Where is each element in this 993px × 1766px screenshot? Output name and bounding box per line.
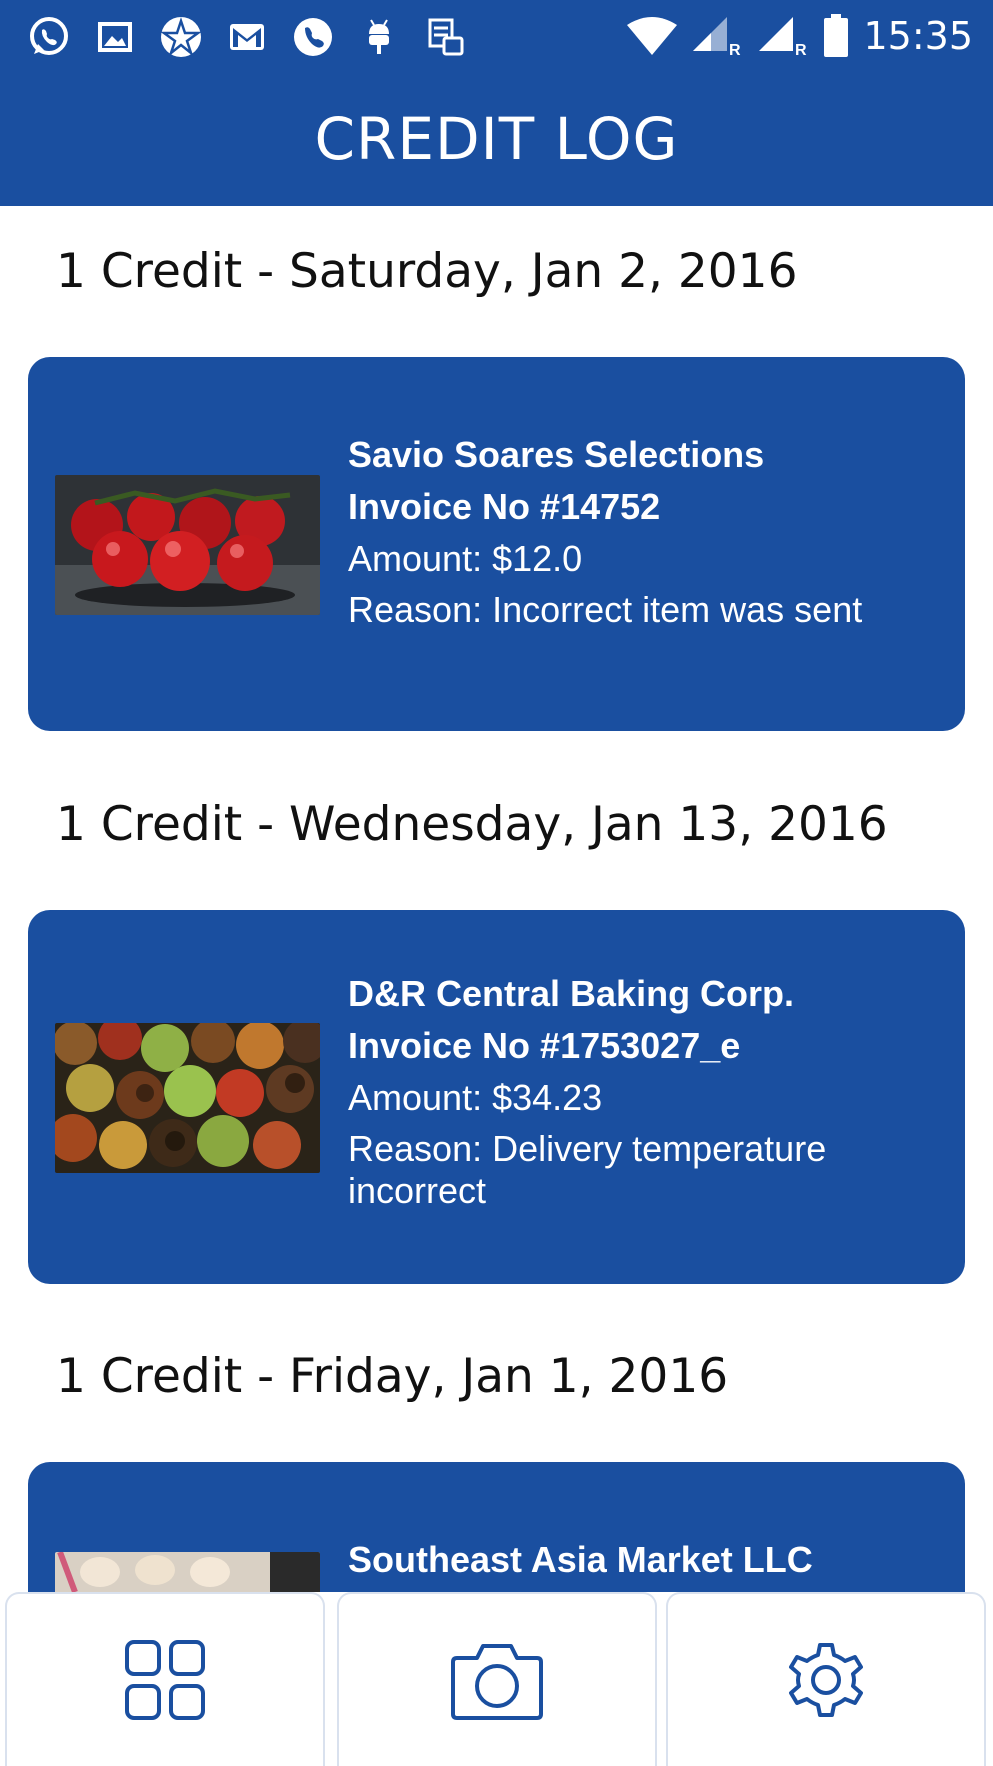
- gmail-icon: [224, 14, 270, 60]
- notification-icons: [26, 14, 468, 60]
- credit-amount: Amount: $12.0: [348, 538, 583, 579]
- wifi-icon: [627, 17, 678, 55]
- credit-card[interactable]: D&R Central Baking Corp. Invoice No #175…: [28, 910, 965, 1284]
- eggs-image: [55, 1552, 320, 1592]
- battery-icon: [823, 14, 849, 58]
- dashboard-tab[interactable]: [5, 1592, 325, 1766]
- date-header: 1 Credit - Saturday, Jan 2, 2016: [56, 244, 798, 299]
- svg-text:R: R: [795, 42, 807, 57]
- phone-icon: [290, 14, 336, 60]
- date-header: 1 Credit - Friday, Jan 1, 2016: [56, 1349, 729, 1404]
- camera-tab[interactable]: [337, 1592, 657, 1766]
- invoice-number: Invoice No #14752: [348, 486, 661, 527]
- credit-reason: Reason: Incorrect item was sent: [348, 589, 863, 630]
- vendor-name: Southeast Asia Market LLC: [348, 1539, 813, 1580]
- page-title: CREDIT LOG: [314, 105, 679, 173]
- credit-photo: [55, 1552, 320, 1592]
- grid-icon: [123, 1638, 207, 1722]
- vendor-name: D&R Central Baking Corp.: [348, 973, 795, 1014]
- star-app-icon: [158, 14, 204, 60]
- rotten-apples-image: [55, 1023, 320, 1173]
- credit-details: Savio Soares Selections Invoice No #1475…: [348, 429, 938, 631]
- sim-toolkit-icon: [422, 14, 468, 60]
- signal-icon: R: [691, 15, 743, 57]
- tomatoes-image: [55, 475, 320, 615]
- invoice-number: Invoice No #1753027_e: [348, 1025, 741, 1066]
- vendor-name: Savio Soares Selections: [348, 434, 765, 475]
- svg-text:R: R: [729, 42, 741, 57]
- credit-photo: [55, 475, 320, 615]
- status-bar: R R 15:35: [0, 0, 993, 72]
- status-indicators: R R 15:35: [627, 12, 973, 60]
- camera-icon: [449, 1638, 545, 1722]
- whatsapp-icon: [26, 14, 72, 60]
- credit-reason: Reason: Delivery temperature incorrect: [348, 1128, 827, 1211]
- credit-details: D&R Central Baking Corp. Invoice No #175…: [348, 968, 938, 1212]
- credit-photo: [55, 1023, 320, 1173]
- status-time: 15:35: [863, 14, 973, 58]
- credit-list[interactable]: 1 Credit - Saturday, Jan 2, 2016 Savio S…: [0, 206, 993, 1592]
- settings-tab[interactable]: [666, 1592, 986, 1766]
- settings-gear-icon: [783, 1637, 869, 1723]
- credit-card[interactable]: Savio Soares Selections Invoice No #1475…: [28, 357, 965, 731]
- gallery-icon: [92, 14, 138, 60]
- app-bar: CREDIT LOG: [0, 72, 993, 206]
- android-debug-icon: [356, 14, 402, 60]
- credit-amount: Amount: $34.23: [348, 1077, 603, 1118]
- date-header: 1 Credit - Wednesday, Jan 13, 2016: [56, 797, 888, 852]
- bottom-navigation: [0, 1592, 993, 1766]
- credit-details: Southeast Asia Market LLC: [348, 1534, 938, 1586]
- credit-card[interactable]: Southeast Asia Market LLC: [28, 1462, 965, 1592]
- signal-icon: R: [757, 15, 809, 57]
